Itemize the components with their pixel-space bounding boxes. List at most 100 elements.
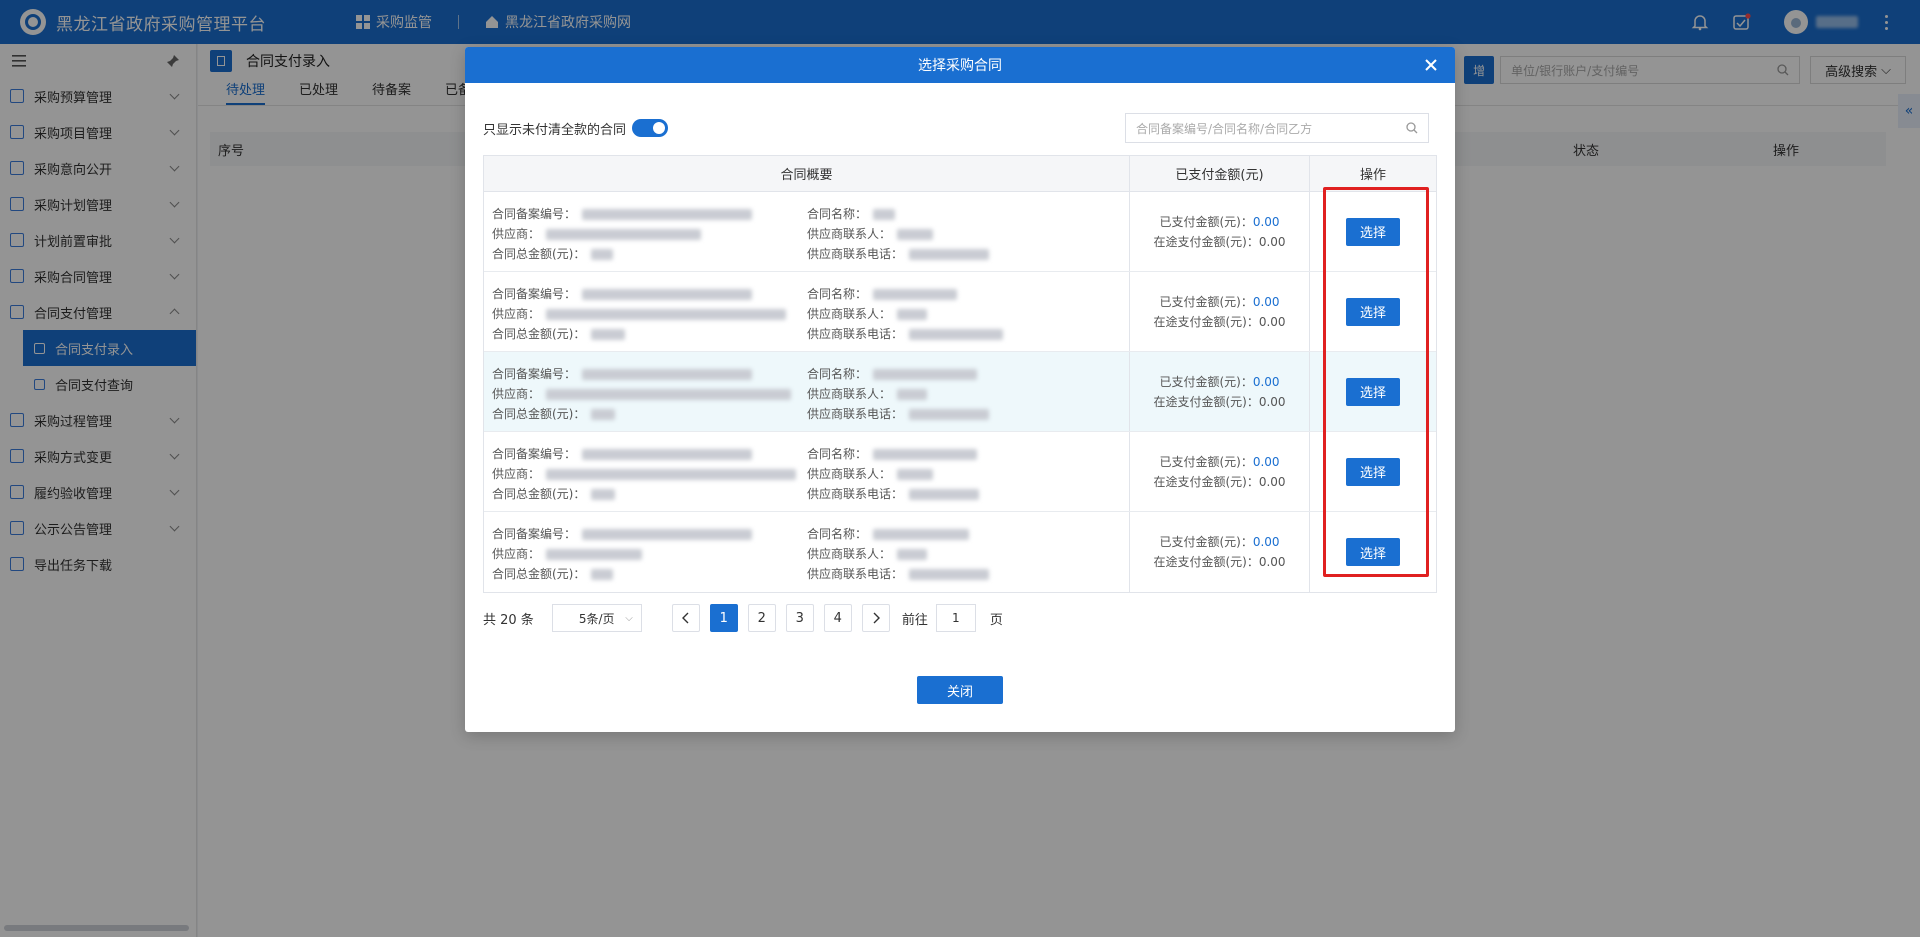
table-row: 合同备案编号： 供应商： 合同总金额(元)： 合同名称： 供应商联系人： 供应商…: [484, 352, 1436, 432]
redacted-value: [591, 248, 614, 260]
paid-label: 已支付金额(元)：: [1159, 454, 1253, 469]
total-label: 合同总金额(元)：: [492, 407, 586, 421]
redacted-value: [873, 208, 896, 220]
redacted-value: [897, 308, 928, 320]
record-no-label: 合同备案编号：: [492, 447, 577, 461]
prev-page-button[interactable]: [671, 604, 700, 632]
redacted-value: [546, 228, 702, 240]
unpaid-only-filter: 只显示未付清全款的合同: [483, 119, 669, 138]
page-button-1[interactable]: 1: [709, 604, 738, 632]
name-label: 合同名称：: [807, 287, 868, 301]
contact-label: 供应商联系人：: [807, 467, 892, 481]
redacted-value: [897, 548, 928, 560]
phone-label: 供应商联系电话：: [807, 407, 904, 421]
toggle-label: 只显示未付清全款的合同: [483, 122, 627, 138]
name-label: 合同名称：: [807, 207, 868, 221]
close-icon[interactable]: [1421, 55, 1441, 75]
record-no-label: 合同备案编号：: [492, 527, 577, 541]
select-button[interactable]: 选择: [1346, 217, 1400, 246]
redacted-value: [582, 208, 753, 220]
name-label: 合同名称：: [807, 447, 868, 461]
page-unit-label: 页: [989, 612, 1003, 628]
redacted-value: [591, 328, 626, 340]
chevron-right-icon: [873, 612, 880, 624]
select-button[interactable]: 选择: [1346, 377, 1400, 406]
select-contract-dialog: 选择采购合同 只显示未付清全款的合同 合同备案编号/合同名称/合同乙方 合同概要…: [465, 47, 1455, 732]
paid-amount: 0.00: [1252, 535, 1280, 549]
redacted-value: [909, 488, 980, 500]
total-label: 合同总金额(元)：: [492, 567, 586, 581]
in-transit-amount: 0.00: [1258, 234, 1286, 249]
chevron-left-icon: [681, 612, 689, 624]
total-label: 合同总金额(元)：: [492, 487, 586, 501]
redacted-value: [582, 528, 753, 540]
redacted-value: [897, 228, 934, 240]
redacted-value: [546, 388, 792, 400]
redacted-value: [546, 548, 643, 560]
dialog-header: 选择采购合同: [465, 47, 1455, 83]
goto-page-input[interactable]: 1: [935, 604, 976, 632]
column-action: 操作: [1359, 168, 1386, 183]
supplier-label: 供应商：: [492, 547, 541, 561]
redacted-value: [909, 408, 990, 420]
supplier-label: 供应商：: [492, 307, 541, 321]
goto-label: 前往: [901, 612, 928, 628]
redacted-value: [873, 448, 978, 460]
contract-table: 合同概要 已支付金额(元) 操作 合同备案编号： 供应商： 合同总金额(元)： …: [483, 155, 1437, 593]
table-row: 合同备案编号： 供应商： 合同总金额(元)： 合同名称： 供应商联系人： 供应商…: [484, 272, 1436, 352]
redacted-value: [873, 528, 970, 540]
contact-label: 供应商联系人：: [807, 387, 892, 401]
name-label: 合同名称：: [807, 367, 868, 381]
contract-search-input[interactable]: 合同备案编号/合同名称/合同乙方: [1125, 113, 1429, 143]
in-transit-label: 在途支付金额(元)：: [1153, 394, 1259, 409]
paid-amount: 0.00: [1252, 214, 1280, 229]
redacted-value: [873, 288, 958, 300]
redacted-value: [897, 468, 934, 480]
search-icon[interactable]: [1406, 122, 1418, 134]
phone-label: 供应商联系电话：: [807, 327, 904, 341]
page-size-value: 5条/页: [578, 611, 615, 626]
page-button-3[interactable]: 3: [785, 604, 814, 632]
redacted-value: [546, 468, 797, 480]
select-button[interactable]: 选择: [1346, 538, 1400, 566]
redacted-value: [897, 388, 928, 400]
redacted-value: [909, 568, 990, 580]
page-size-select[interactable]: 5条/页 ⌵: [551, 604, 642, 632]
contract-search-placeholder: 合同备案编号/合同名称/合同乙方: [1136, 121, 1313, 136]
total-count: 共 20 条: [483, 612, 534, 628]
in-transit-amount: 0.00: [1258, 555, 1286, 569]
in-transit-label: 在途支付金额(元)：: [1153, 555, 1259, 569]
redacted-value: [582, 368, 753, 380]
contract-table-header: 合同概要 已支付金额(元) 操作: [484, 156, 1436, 192]
select-button[interactable]: 选择: [1346, 297, 1400, 326]
chevron-down-icon: ⌵: [625, 612, 633, 624]
phone-label: 供应商联系电话：: [807, 567, 904, 581]
dialog-title: 选择采购合同: [918, 58, 1002, 74]
paid-label: 已支付金额(元)：: [1159, 374, 1253, 389]
redacted-value: [591, 568, 614, 580]
contact-label: 供应商联系人：: [807, 547, 892, 561]
total-label: 合同总金额(元)：: [492, 327, 586, 341]
name-label: 合同名称：: [807, 527, 868, 541]
contact-label: 供应商联系人：: [807, 307, 892, 321]
close-button[interactable]: 关闭: [917, 676, 1003, 704]
paid-amount: 0.00: [1252, 374, 1280, 389]
redacted-value: [591, 408, 616, 420]
paid-label: 已支付金额(元)：: [1159, 294, 1253, 309]
paid-label: 已支付金额(元)：: [1159, 214, 1253, 229]
pagination: 共 20 条 5条/页 ⌵ 1 2 3 4 前往 1 页: [483, 604, 1003, 632]
in-transit-label: 在途支付金额(元)：: [1153, 474, 1259, 489]
in-transit-label: 在途支付金额(元)：: [1153, 234, 1259, 249]
paid-label: 已支付金额(元)：: [1159, 535, 1253, 549]
redacted-value: [909, 328, 1004, 340]
next-page-button[interactable]: [861, 604, 890, 632]
unpaid-only-toggle[interactable]: [632, 119, 669, 137]
select-button[interactable]: 选择: [1346, 457, 1400, 486]
redacted-value: [582, 288, 753, 300]
supplier-label: 供应商：: [492, 467, 541, 481]
page-button-2[interactable]: 2: [747, 604, 776, 632]
column-paid: 已支付金额(元): [1130, 156, 1310, 191]
table-row: 合同备案编号： 供应商： 合同总金额(元)： 合同名称： 供应商联系人： 供应商…: [484, 512, 1436, 592]
redacted-value: [591, 488, 616, 500]
page-button-4[interactable]: 4: [823, 604, 852, 632]
